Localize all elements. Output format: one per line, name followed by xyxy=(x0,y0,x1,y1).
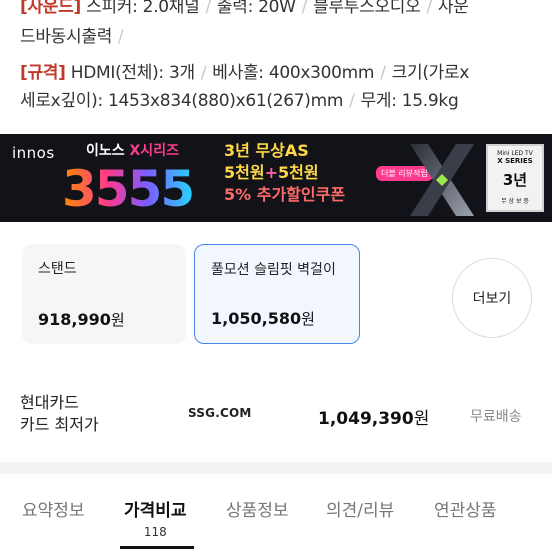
option-price-unit: 원 xyxy=(301,310,315,328)
banner-series-name: X시리즈 xyxy=(129,143,179,159)
x-logo-icon xyxy=(410,144,474,216)
tab-label: 요약정보 xyxy=(22,501,85,521)
option-card-stand[interactable]: 스탠드 918,990원 xyxy=(22,244,186,344)
spec-line-dimensions-cont: 세로x깊이): 1453x834(880)x61(267)mm / 무게: 15.9… xyxy=(20,86,459,111)
tab-related[interactable]: 연관상품 xyxy=(434,496,497,521)
option-price-value: 1,050,580 xyxy=(211,309,302,328)
card-issuer: 현대카드 xyxy=(20,393,79,412)
spec-separator: / xyxy=(380,63,386,83)
brand-logo: innos xyxy=(12,144,55,162)
warranty-top-text: Mini LED TV xyxy=(497,150,533,157)
shipping-label: 무료배송 xyxy=(470,409,522,425)
spec-item: HDMI(전체): 3개 xyxy=(70,63,195,83)
card-offer-type: 카드 최저가 xyxy=(20,415,99,434)
banner-big-number: 3555 xyxy=(62,160,195,218)
spec-tag-dimensions: [규격] xyxy=(20,63,66,83)
spec-line-sound-cont: 드바동시출력 / xyxy=(20,22,129,47)
tab-price-compare[interactable]: 가격비교 118 xyxy=(124,496,187,539)
spec-line-sound: [사운드] 스피커: 2.0채널 / 출력: 20W / 블루투스오디오 / 사운 xyxy=(20,0,469,17)
promo-coupon-b: 5천원 xyxy=(277,163,319,182)
banner-series-prefix: 이노스 xyxy=(86,143,130,159)
spec-item: 드바동시출력 xyxy=(20,27,113,47)
card-offer-row[interactable]: 현대카드 카드 최저가 SSG.COM 1,049,390원 무료배송 xyxy=(0,392,552,442)
tab-summary[interactable]: 요약정보 xyxy=(22,496,85,521)
option-price-value: 918,990 xyxy=(38,310,111,329)
promo-line-warranty: 3년 무상AS xyxy=(224,141,309,160)
option-price: 1,050,580원 xyxy=(211,308,315,329)
offer-price-unit: 원 xyxy=(413,409,430,429)
spec-item: 스피커: 2.0채널 xyxy=(86,0,200,17)
banner-promo-text: 3년 무상AS 5천원+5천원 5% 추가할인쿠폰 xyxy=(224,140,345,206)
spec-separator: / xyxy=(205,0,211,17)
spec-item: 블루투스오디오 xyxy=(313,0,421,17)
option-price: 918,990원 xyxy=(38,309,125,330)
warranty-bottom-text: 무 상 보 증 xyxy=(501,198,529,205)
option-selector: 스탠드 918,990원 풀모션 슬림핏 벽걸이 1,050,580원 더보기 xyxy=(0,244,552,344)
tab-label: 상품정보 xyxy=(226,501,289,521)
spec-item: 무게: 15.9kg xyxy=(360,91,459,111)
promo-banner[interactable]: innos 이노스 X시리즈 3555 3년 무상AS 5천원+5천원 5% 추… xyxy=(0,134,552,222)
promo-coupon-a: 5천원 xyxy=(224,163,265,182)
tab-count: 118 xyxy=(143,525,167,539)
tab-product-info[interactable]: 상품정보 xyxy=(226,496,289,521)
spec-tag-sound: [사운드] xyxy=(20,0,81,17)
tab-reviews[interactable]: 의견/리뷰 xyxy=(326,496,394,521)
promo-plus: + xyxy=(264,163,278,182)
option-price-unit: 원 xyxy=(110,311,125,329)
product-tabs: 요약정보 가격비교 118 상품정보 의견/리뷰 연관상품 xyxy=(0,474,552,552)
card-offer-label: 현대카드 카드 최저가 xyxy=(20,392,99,436)
warranty-series: X SERIES xyxy=(497,157,533,165)
promo-line-coupons: 5천원+5천원 xyxy=(224,162,345,184)
warranty-years: 3년 xyxy=(502,171,528,189)
more-options-button[interactable]: 더보기 xyxy=(452,258,532,338)
spec-item: 크기(가로x xyxy=(391,63,470,83)
spec-separator: / xyxy=(349,91,355,111)
option-card-wall-mount[interactable]: 풀모션 슬림핏 벽걸이 1,050,580원 xyxy=(194,244,360,344)
spec-item: 베사홀: 400x300mm xyxy=(212,63,375,83)
offer-price: 1,049,390원 xyxy=(318,404,429,429)
section-divider xyxy=(0,462,552,474)
option-name: 스탠드 xyxy=(38,261,77,277)
spec-separator: / xyxy=(200,63,207,83)
active-tab-indicator xyxy=(120,546,194,549)
tab-label: 연관상품 xyxy=(434,501,497,521)
spec-section: [사운드] 스피커: 2.0채널 / 출력: 20W / 블루투스오디오 / 사운 드바동시… xyxy=(0,0,552,132)
spec-item: 출력: 20W xyxy=(216,0,296,17)
banner-series-title: 이노스 X시리즈 xyxy=(86,140,179,160)
spec-separator: / xyxy=(426,0,432,17)
promo-line-discount: 5% 추가할인쿠폰 xyxy=(224,185,346,204)
spec-separator: / xyxy=(118,27,124,47)
tab-label: 의견/리뷰 xyxy=(326,501,395,521)
spec-item: 사운 xyxy=(437,0,469,17)
option-name: 풀모션 슬림핏 벽걸이 xyxy=(211,262,336,278)
spec-item: 세로x깊이): 1453x834(880)x61(267)mm xyxy=(20,91,344,111)
offer-price-value: 1,049,390 xyxy=(318,409,414,429)
spec-line-dimensions: [규격] HDMI(전체): 3개 / 베사홀: 400x300mm / 크기(가로x xyxy=(20,58,469,83)
tab-label: 가격비교 xyxy=(124,501,187,521)
warranty-badge: Mini LED TV X SERIES 3년 무 상 보 증 xyxy=(486,144,544,212)
spec-separator: / xyxy=(301,0,308,17)
mall-logo: SSG.COM xyxy=(188,406,252,420)
